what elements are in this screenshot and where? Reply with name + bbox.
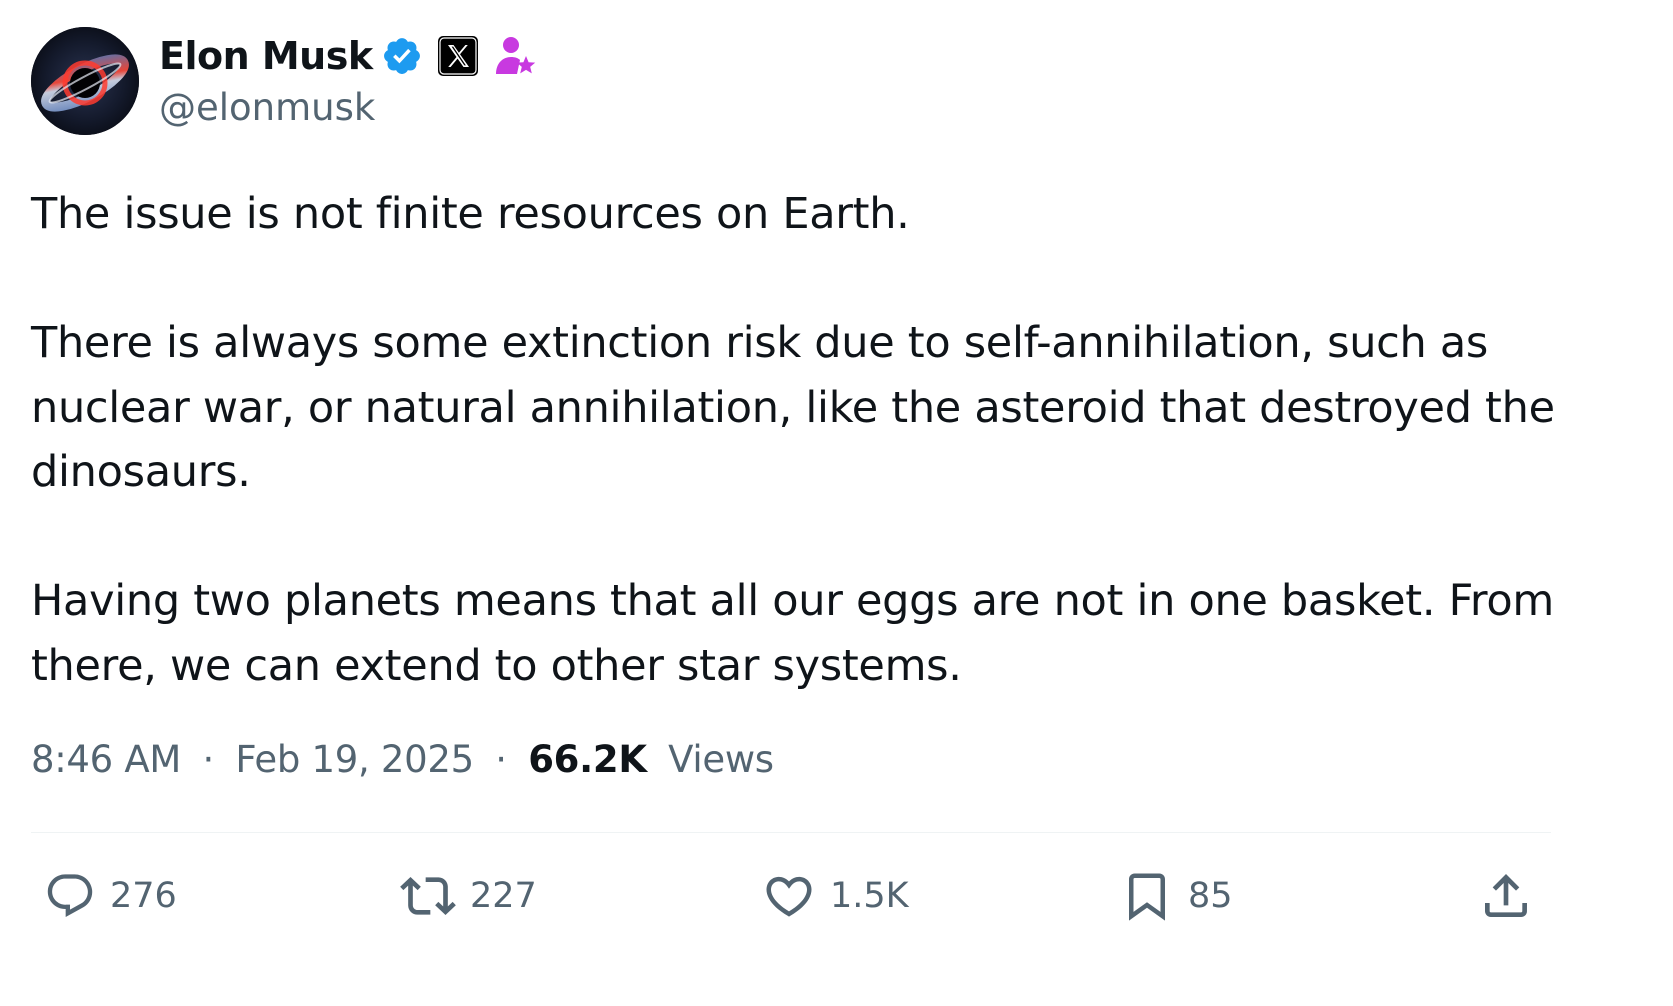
tweet-text: The issue is not finite resources on Ear… [31, 182, 1591, 698]
divider [31, 832, 1551, 833]
verified-badge-icon[interactable] [381, 35, 423, 77]
bookmark-count: 85 [1188, 876, 1233, 916]
reply-button[interactable]: 276 [44, 866, 177, 926]
author-display-name[interactable]: Elon Musk [159, 34, 373, 78]
reply-count: 276 [110, 876, 177, 916]
heart-icon [766, 876, 812, 917]
like-button[interactable]: 1.5K [762, 866, 909, 926]
views-label: Views [668, 738, 774, 781]
reply-icon [47, 874, 93, 918]
tweet-paragraph: Having two planets means that all our eg… [31, 576, 1554, 691]
repost-icon [400, 877, 456, 915]
tweet-paragraph: There is always some extinction risk due… [31, 318, 1555, 497]
meta-separator: · [495, 738, 507, 781]
repost-button[interactable]: 227 [400, 866, 537, 926]
share-button[interactable] [1478, 866, 1534, 926]
avatar[interactable] [31, 27, 139, 135]
author-name-row: Elon Musk [159, 32, 539, 80]
avatar-blackhole-image [31, 27, 139, 135]
subscriber-star-icon[interactable] [493, 34, 539, 78]
bookmark-icon [1129, 873, 1165, 921]
bookmark-button[interactable]: 85 [1120, 866, 1233, 926]
share-icon [1485, 874, 1527, 917]
meta-separator: · [202, 738, 214, 781]
tweet-meta: 8:46 AM · Feb 19, 2025 · 66.2K Views [31, 738, 774, 781]
like-count: 1.5K [830, 876, 909, 916]
author-handle[interactable]: @elonmusk [159, 86, 375, 129]
tweet-paragraph: The issue is not finite resources on Ear… [31, 189, 910, 239]
x-affiliate-icon[interactable] [437, 35, 479, 77]
tweet-card: Elon Musk @elonmusk The issue is not fin… [0, 0, 1673, 1006]
tweet-time[interactable]: 8:46 AM [31, 738, 181, 781]
tweet-date[interactable]: Feb 19, 2025 [235, 738, 474, 781]
views-count: 66.2K [528, 738, 647, 781]
repost-count: 227 [470, 876, 537, 916]
